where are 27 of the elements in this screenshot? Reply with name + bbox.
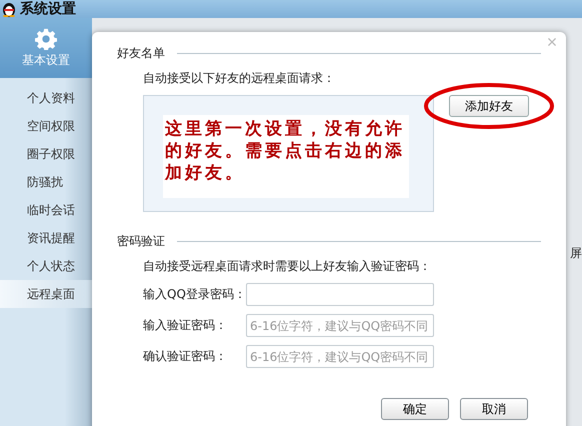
sidebar-item[interactable]: 防骚扰 — [0, 168, 92, 196]
password-field[interactable]: 6-16位字符，建议与QQ密码不同 — [246, 345, 434, 368]
sidebar-item[interactable]: 空间权限 — [0, 112, 92, 140]
password-field[interactable] — [246, 283, 434, 306]
password-field[interactable]: 6-16位字符，建议与QQ密码不同 — [246, 314, 434, 337]
field-label: 输入验证密码： — [143, 317, 228, 334]
sidebar-item[interactable]: 个人资料 — [0, 84, 92, 112]
option-label: 屏 — [570, 245, 582, 262]
section-title: 好友名单 — [117, 44, 165, 62]
field-label: 输入QQ登录密码： — [143, 286, 246, 303]
gear-icon — [35, 28, 57, 50]
cancel-button[interactable]: 取消 — [460, 398, 528, 420]
sidebar-item[interactable]: 临时会话 — [0, 196, 92, 224]
field-label: 确认验证密码： — [143, 348, 228, 365]
section-title: 密码验证 — [117, 232, 165, 250]
sidebar-item[interactable]: 远程桌面 — [0, 280, 92, 308]
friend-list[interactable]: 这里第一次设置，没有允许的好友。需要点击右边的添加好友。 — [143, 95, 434, 212]
sidebar-item[interactable]: 资讯提醒 — [0, 224, 92, 252]
description: 自动接受以下好友的远程桌面请求： — [143, 70, 336, 87]
add-friend-button[interactable]: 添加好友 — [449, 95, 529, 117]
penguin-icon — [2, 1, 16, 17]
sidebar-item[interactable]: 个人状态 — [0, 252, 92, 280]
sidebar-item[interactable]: 圈子权限 — [0, 140, 92, 168]
ok-button[interactable]: 确定 — [381, 398, 449, 420]
annotation-note: 这里第一次设置，没有允许的好友。需要点击右边的添加好友。 — [163, 115, 409, 198]
description: 自动接受远程桌面请求时需要以上好友输入验证密码： — [143, 258, 432, 275]
window-title: 系统设置 — [20, 0, 76, 18]
